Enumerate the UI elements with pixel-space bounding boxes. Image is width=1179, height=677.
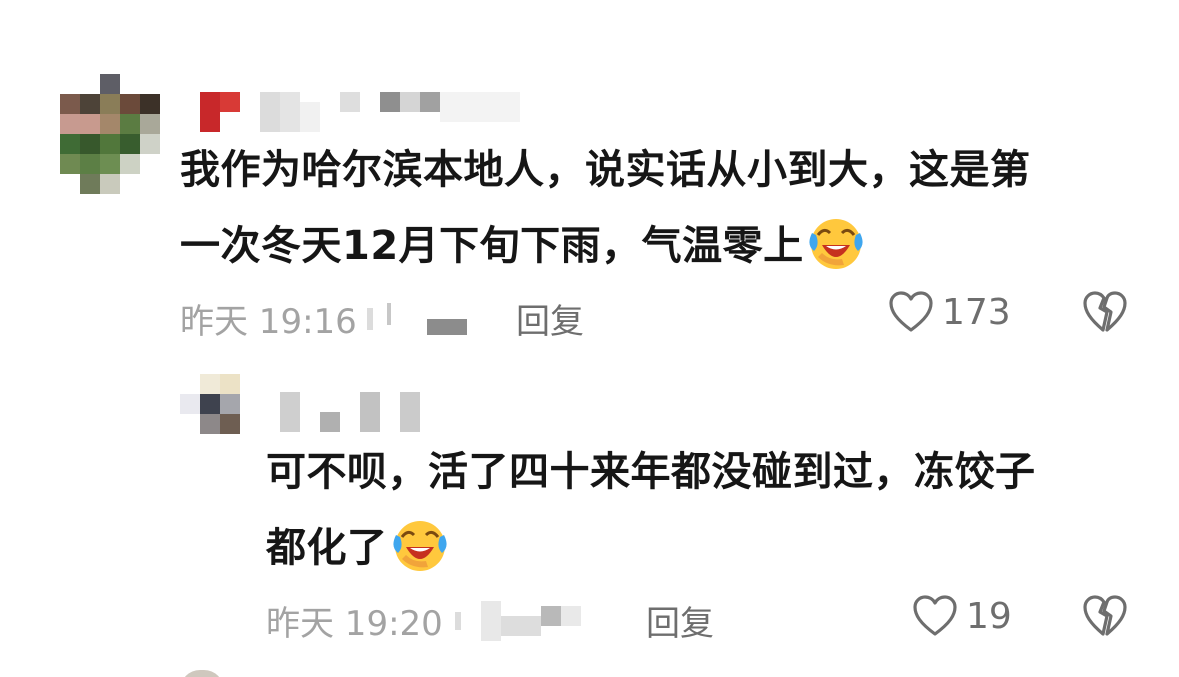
reply-button[interactable]: 回复 bbox=[646, 596, 714, 645]
comment-meta: 昨天 19:20 bbox=[266, 596, 581, 645]
comment-thread: 我作为哈尔滨本地人，说实话从小到大，这是第 一次冬天12月下旬下雨，气温零上 昨… bbox=[0, 0, 1179, 677]
comment-text-line: 我作为哈尔滨本地人，说实话从小到大，这是第 bbox=[180, 147, 1031, 193]
like-button[interactable]: 19 bbox=[912, 594, 1012, 638]
location-redacted bbox=[449, 600, 581, 641]
dislike-button[interactable] bbox=[1082, 594, 1128, 642]
comment-text: 我作为哈尔滨本地人，说实话从小到大，这是第 一次冬天12月下旬下雨，气温零上 bbox=[180, 132, 1031, 284]
avatar[interactable] bbox=[180, 670, 224, 677]
laughing-crying-emoji-icon bbox=[392, 521, 447, 571]
comment-meta: 昨天 19:16 bbox=[180, 294, 467, 343]
comment-text-line: 一次冬天12月下旬下雨，气温零上 bbox=[180, 223, 804, 269]
comment-time: 昨天 19:20 bbox=[266, 604, 443, 644]
comment-text-line: 可不呗，活了四十来年都没碰到过，冻饺子 bbox=[266, 449, 1036, 495]
comment-text: 可不呗，活了四十来年都没碰到过，冻饺子 都化了 bbox=[266, 434, 1036, 586]
username[interactable] bbox=[280, 392, 420, 432]
avatar[interactable] bbox=[180, 374, 240, 434]
comment-text-line: 都化了 bbox=[266, 525, 388, 571]
avatar[interactable] bbox=[60, 74, 160, 194]
like-count: 19 bbox=[966, 595, 1012, 637]
broken-heart-icon bbox=[1083, 291, 1127, 332]
comment-time: 昨天 19:16 bbox=[180, 302, 357, 342]
username[interactable] bbox=[200, 92, 520, 132]
heart-outline-icon bbox=[913, 595, 957, 636]
heart-outline-icon bbox=[889, 291, 933, 332]
reply-button[interactable]: 回复 bbox=[516, 294, 584, 343]
like-count: 173 bbox=[942, 291, 1011, 333]
like-button[interactable]: 173 bbox=[888, 290, 1011, 334]
laughing-crying-emoji-icon bbox=[809, 219, 863, 269]
dislike-button[interactable] bbox=[1082, 290, 1128, 338]
location-redacted bbox=[363, 302, 467, 335]
broken-heart-icon bbox=[1083, 595, 1127, 636]
